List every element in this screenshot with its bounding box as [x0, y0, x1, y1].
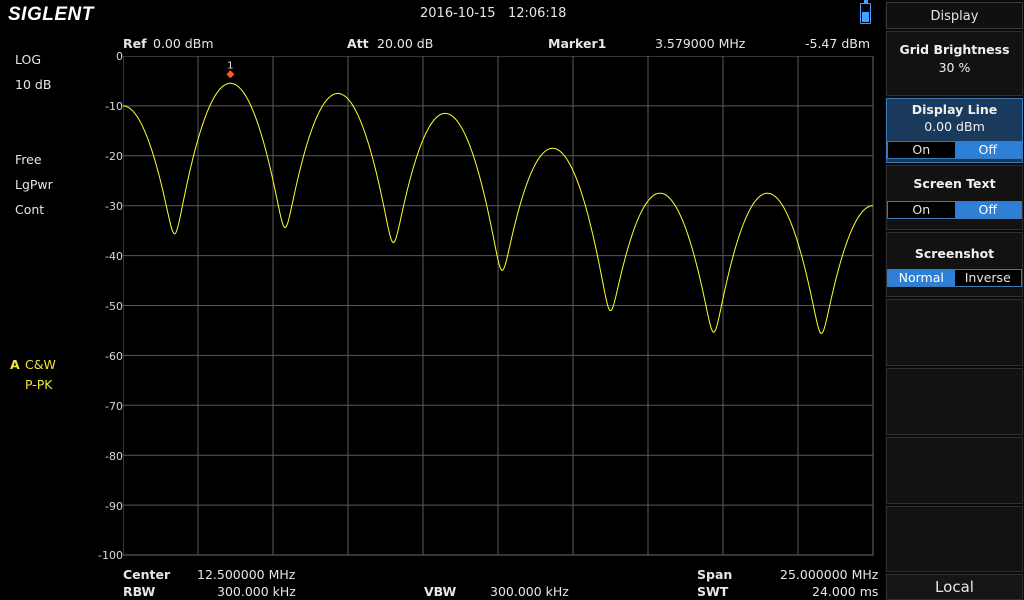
y-tick: 0: [116, 50, 123, 63]
y-tick: -100: [98, 549, 123, 562]
marker-frequency: 3.579000 MHz: [655, 36, 746, 51]
screen-text-label: Screen Text: [913, 176, 996, 191]
screenshot-normal[interactable]: Normal: [888, 270, 955, 286]
y-tick: -50: [105, 300, 123, 313]
screen-text-off[interactable]: Off: [954, 202, 1021, 218]
screenshot-label: Screenshot: [914, 246, 995, 261]
detector-mode: P-PK: [25, 377, 53, 392]
display-line-key[interactable]: Display Line 0.00 dBm On Off: [886, 98, 1023, 163]
y-tick: -40: [105, 250, 123, 263]
grid-brightness-key[interactable]: Grid Brightness 30 %: [886, 31, 1023, 96]
local-button[interactable]: Local: [886, 574, 1023, 600]
display-line-value: 0.00 dBm: [924, 119, 985, 134]
y-tick: -80: [105, 450, 123, 463]
trigger-mode: Free: [15, 152, 42, 167]
att-value[interactable]: 20.00 dB: [377, 36, 433, 51]
marker-number: 1: [227, 60, 233, 71]
center-label: Center: [123, 567, 171, 582]
time: 12:06:18: [507, 6, 567, 21]
screenshot-toggle[interactable]: Normal Inverse: [887, 269, 1022, 287]
att-label: Att: [347, 36, 369, 51]
menu-title: Display: [886, 2, 1023, 29]
scale-type: LOG: [15, 52, 42, 67]
rbw-label: RBW: [123, 584, 156, 599]
ref-label: Ref: [123, 36, 147, 51]
swt-value[interactable]: 24.000 ms: [812, 584, 878, 599]
marker-label: Marker1: [548, 36, 607, 51]
y-tick: -10: [105, 100, 123, 113]
sweep-mode: Cont: [15, 202, 45, 217]
trace-letter: A: [10, 357, 20, 372]
softkey-empty-4[interactable]: [886, 506, 1023, 572]
display-line-off[interactable]: Off: [954, 142, 1021, 158]
display-line-toggle[interactable]: On Off: [887, 141, 1022, 159]
screenshot-inverse[interactable]: Inverse: [955, 270, 1022, 286]
average-type: LgPwr: [15, 177, 53, 192]
y-tick: -20: [105, 150, 123, 163]
y-tick: -70: [105, 400, 123, 413]
softkey-empty-3[interactable]: [886, 437, 1023, 504]
marker-level: -5.47 dBm: [805, 36, 871, 51]
grid-brightness-value: 30 %: [938, 60, 971, 75]
brand-logo: SIGLENT: [8, 4, 94, 25]
battery-icon: [860, 0, 871, 24]
display-line-label: Display Line: [911, 102, 998, 117]
softkey-empty-1[interactable]: [886, 299, 1023, 366]
screenshot-key[interactable]: Screenshot Normal Inverse: [886, 232, 1023, 297]
vbw-label: VBW: [424, 584, 457, 599]
screen-text-on[interactable]: On: [888, 202, 955, 218]
screen-text-toggle[interactable]: On Off: [887, 201, 1022, 219]
spectrum-plot[interactable]: 1: [123, 56, 874, 556]
display-line-on[interactable]: On: [888, 142, 955, 158]
date: 2016-10-15: [420, 6, 496, 21]
swt-label: SWT: [697, 584, 729, 599]
center-value[interactable]: 12.500000 MHz: [197, 567, 295, 582]
vbw-value[interactable]: 300.000 kHz: [490, 584, 569, 599]
ref-value[interactable]: 0.00 dBm: [153, 36, 214, 51]
trace-mode: C&W: [25, 357, 56, 372]
y-tick: -60: [105, 350, 123, 363]
screen-text-key[interactable]: Screen Text On Off: [886, 165, 1023, 230]
span-value[interactable]: 25.000000 MHz: [780, 567, 878, 582]
softkey-empty-2[interactable]: [886, 368, 1023, 435]
grid-brightness-label: Grid Brightness: [899, 42, 1010, 57]
y-tick: -90: [105, 500, 123, 513]
span-label: Span: [697, 567, 733, 582]
scale-per-div: 10 dB: [15, 77, 52, 92]
y-tick: -30: [105, 200, 123, 213]
date-time: 2016-10-15 12:06:18: [420, 6, 566, 21]
rbw-value[interactable]: 300.000 kHz: [217, 584, 296, 599]
